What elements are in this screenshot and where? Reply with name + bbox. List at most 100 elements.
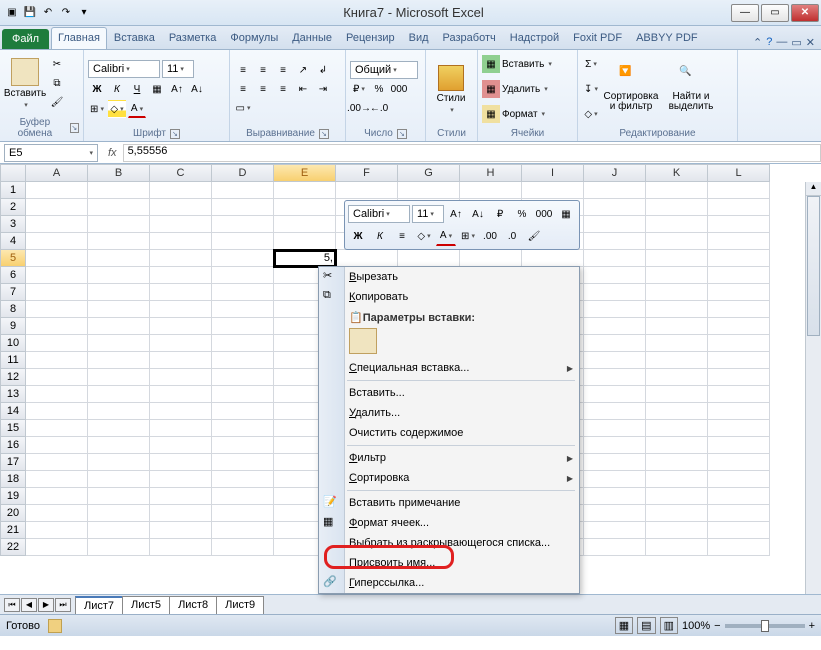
wrap-text-icon[interactable]: ↲ — [314, 61, 332, 79]
cell[interactable] — [26, 539, 88, 556]
borders-icon[interactable]: ⊞▾ — [88, 100, 106, 118]
number-launcher[interactable]: ↘ — [397, 129, 407, 139]
row-header[interactable]: 11 — [0, 352, 26, 369]
clear-icon[interactable]: ◇▾ — [582, 105, 600, 123]
row-header[interactable]: 7 — [0, 284, 26, 301]
mini-painter-icon[interactable]: 🖌 — [524, 226, 544, 246]
cell[interactable] — [708, 199, 770, 216]
cell[interactable] — [646, 199, 708, 216]
cell[interactable] — [708, 386, 770, 403]
zoom-level[interactable]: 100% — [682, 620, 710, 632]
mini-font-combo[interactable]: Calibri▾ — [348, 205, 410, 223]
cell[interactable] — [88, 301, 150, 318]
row-header[interactable]: 10 — [0, 335, 26, 352]
comma-icon[interactable]: 000 — [390, 80, 408, 98]
cell[interactable] — [26, 403, 88, 420]
mini-border-icon[interactable]: ⊞▾ — [458, 226, 478, 246]
cell[interactable] — [212, 471, 274, 488]
cell[interactable] — [26, 335, 88, 352]
cell[interactable] — [460, 182, 522, 199]
cell[interactable] — [88, 199, 150, 216]
column-header-E[interactable]: E — [274, 164, 336, 182]
cell[interactable] — [26, 352, 88, 369]
cell[interactable] — [212, 284, 274, 301]
bold-icon[interactable]: Ж — [88, 80, 106, 98]
sort-filter-button[interactable]: 🔽 Сортировка и фильтр — [602, 52, 660, 126]
cell[interactable] — [88, 318, 150, 335]
cell[interactable] — [336, 182, 398, 199]
find-select-button[interactable]: 🔍 Найти и выделить — [662, 52, 720, 126]
cell[interactable] — [212, 539, 274, 556]
cell[interactable] — [708, 403, 770, 420]
increase-font-icon[interactable]: A↑ — [168, 80, 186, 98]
column-header-D[interactable]: D — [212, 164, 274, 182]
cell[interactable] — [26, 318, 88, 335]
cell[interactable] — [150, 335, 212, 352]
autosum-icon[interactable]: Σ▾ — [582, 55, 600, 73]
row-header[interactable]: 17 — [0, 454, 26, 471]
italic-icon[interactable]: К — [108, 80, 126, 98]
cell[interactable] — [708, 539, 770, 556]
cell[interactable] — [88, 420, 150, 437]
paste-option-button[interactable] — [349, 328, 377, 354]
align-bottom-icon[interactable]: ≡ — [274, 61, 292, 79]
column-header-I[interactable]: I — [522, 164, 584, 182]
cell[interactable] — [26, 199, 88, 216]
doc-close-icon[interactable]: ✕ — [806, 36, 815, 49]
clipboard-launcher[interactable]: ↘ — [70, 123, 79, 133]
doc-restore-icon[interactable]: ▭ — [791, 36, 801, 49]
cell[interactable] — [88, 267, 150, 284]
scroll-thumb[interactable] — [807, 196, 820, 336]
sheet-tab[interactable]: Лист9 — [216, 596, 264, 614]
cell[interactable] — [150, 437, 212, 454]
cell[interactable] — [646, 539, 708, 556]
column-header-F[interactable]: F — [336, 164, 398, 182]
sheet-prev-icon[interactable]: ◀ — [21, 598, 37, 612]
mini-grow-font-icon[interactable]: A↑ — [446, 204, 466, 224]
cell[interactable] — [150, 505, 212, 522]
column-header-C[interactable]: C — [150, 164, 212, 182]
font-size-combo[interactable]: 11▾ — [162, 60, 194, 78]
mini-italic-icon[interactable]: К — [370, 226, 390, 246]
cell[interactable] — [212, 318, 274, 335]
save-icon[interactable]: 💾 — [22, 5, 38, 21]
align-left-icon[interactable]: ≡ — [234, 80, 252, 98]
cell[interactable] — [274, 233, 336, 250]
cell[interactable] — [522, 250, 584, 267]
cell[interactable] — [708, 250, 770, 267]
ctx-cut[interactable]: ✂Вырезать — [319, 267, 579, 287]
ctx-insert-comment[interactable]: 📝Вставить примечание — [319, 493, 579, 513]
cell[interactable] — [212, 267, 274, 284]
row-header[interactable]: 14 — [0, 403, 26, 420]
cell[interactable] — [646, 454, 708, 471]
cell[interactable] — [150, 420, 212, 437]
ribbon-tab-формулы[interactable]: Формулы — [223, 27, 285, 49]
cell[interactable] — [212, 505, 274, 522]
cell[interactable] — [584, 420, 646, 437]
align-right-icon[interactable]: ≡ — [274, 80, 292, 98]
cell[interactable] — [708, 437, 770, 454]
cell[interactable] — [584, 539, 646, 556]
cell[interactable] — [88, 539, 150, 556]
cell[interactable] — [584, 301, 646, 318]
row-header[interactable]: 20 — [0, 505, 26, 522]
row-header[interactable]: 3 — [0, 216, 26, 233]
maximize-button[interactable]: ▭ — [761, 4, 789, 22]
cell[interactable] — [584, 318, 646, 335]
cell[interactable] — [150, 301, 212, 318]
cell[interactable] — [150, 233, 212, 250]
cell[interactable] — [708, 335, 770, 352]
orientation-icon[interactable]: ↗ — [294, 61, 312, 79]
cell[interactable] — [150, 250, 212, 267]
cell[interactable] — [646, 335, 708, 352]
cell[interactable] — [708, 454, 770, 471]
cell[interactable] — [212, 454, 274, 471]
increase-indent-icon[interactable]: ⇥ — [314, 80, 332, 98]
cell[interactable] — [26, 505, 88, 522]
zoom-slider[interactable] — [725, 624, 805, 628]
cell[interactable] — [26, 369, 88, 386]
cell[interactable] — [88, 471, 150, 488]
cell[interactable] — [646, 250, 708, 267]
row-header[interactable]: 18 — [0, 471, 26, 488]
cell[interactable] — [212, 301, 274, 318]
